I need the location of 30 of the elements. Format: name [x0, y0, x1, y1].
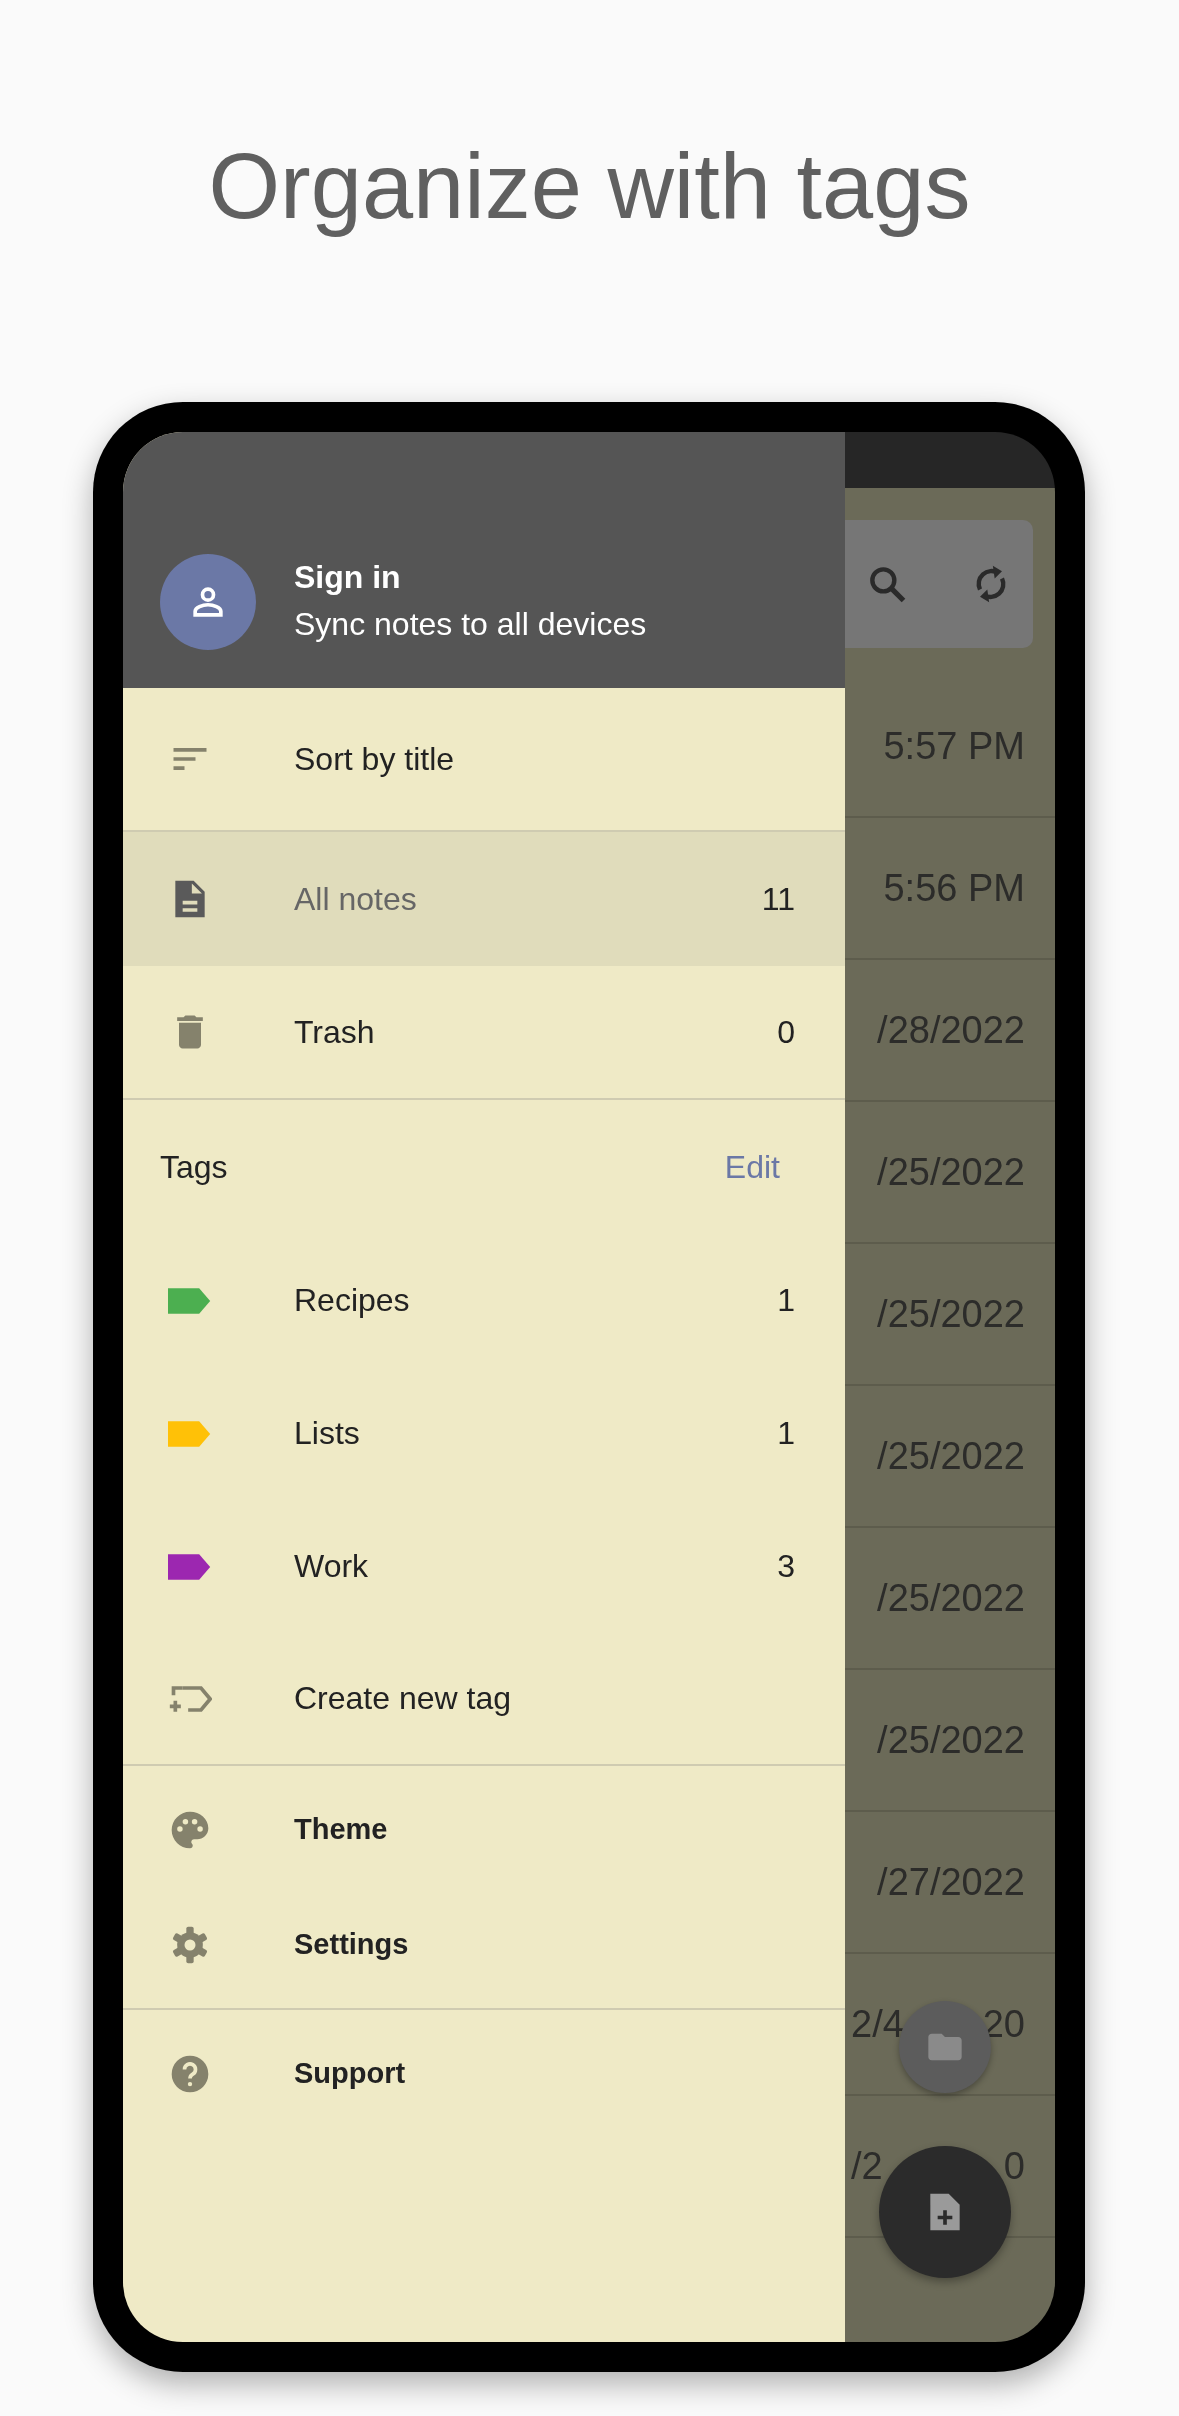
account-subtitle: Sync notes to all devices — [294, 606, 647, 643]
menu-item[interactable]: Settings — [123, 1887, 845, 2002]
tag-item[interactable]: Lists 1 — [123, 1367, 845, 1500]
note-date: 2/4 — [851, 2002, 904, 2046]
tag-count: 1 — [777, 1415, 795, 1452]
note-date: /25/2022 — [877, 1434, 1025, 1478]
drawer-item[interactable]: All notes 11 — [123, 832, 845, 966]
tag-count: 1 — [777, 1282, 795, 1319]
note-date: /25/2022 — [877, 1292, 1025, 1336]
section-title: Tags — [160, 1148, 228, 1186]
note-date: 5:56 PM — [883, 866, 1025, 910]
menu-item[interactable]: Support — [123, 2016, 845, 2131]
note-count: 11 — [761, 880, 795, 918]
menu-item[interactable]: Theme — [123, 1772, 845, 1887]
note-date: /25/2022 — [877, 1150, 1025, 1194]
note-date: 20 — [982, 2002, 1025, 2046]
note-date: /25/2022 — [877, 1718, 1025, 1762]
tag-item[interactable]: Work 3 — [123, 1500, 845, 1633]
headline: Organize with tags — [207, 134, 972, 239]
tag-item[interactable]: Recipes 1 — [123, 1234, 845, 1367]
note-count: 0 — [777, 1013, 795, 1051]
tag-count: 3 — [777, 1548, 795, 1585]
note-date: /28/2022 — [877, 1008, 1025, 1052]
note-date: 0 — [1003, 2144, 1025, 2188]
note-date: /27/2022 — [877, 1860, 1025, 1904]
note-date: /25/2022 — [877, 1576, 1025, 1620]
note-date: /2 — [851, 2144, 883, 2188]
edit-link[interactable]: Edit — [724, 1148, 780, 1186]
note-date: 5:57 PM — [883, 724, 1025, 768]
sign-in-link[interactable]: Sign in — [294, 559, 647, 596]
